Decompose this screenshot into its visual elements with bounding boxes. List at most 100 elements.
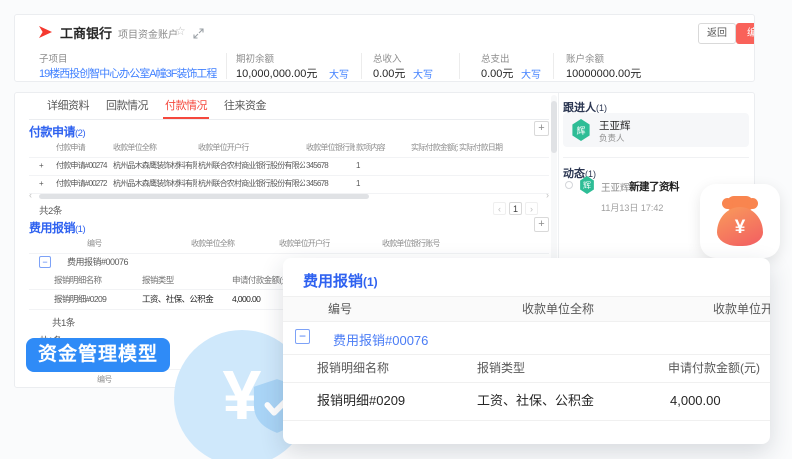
col-payee-bank: 收款单位开户行 (713, 297, 770, 321)
col-payee-bank: 收款单位开户行 (279, 235, 379, 253)
tab-details[interactable]: 详细资料 (45, 93, 91, 117)
divider (563, 157, 749, 158)
expense-table-header: 编号 收款单位全称 收款单位开户行 收款单位银行账号 (29, 235, 549, 254)
horizontal-scrollbar: ‹ › (29, 193, 549, 200)
fullscreen-icon[interactable] (193, 26, 204, 37)
payment-section-count: (2) (75, 128, 85, 139)
pagination-prev-icon[interactable]: ‹ (493, 202, 506, 215)
back-button[interactable]: 返回 (698, 23, 736, 44)
col-payee-bank: 收款单位开户行 (198, 139, 305, 157)
payment-total-count: 共2条 (39, 203, 62, 217)
avatar: 辉 (571, 119, 591, 141)
divider (459, 53, 460, 79)
payment-content: 1 (356, 157, 410, 175)
col-payment-content: 款项内容 (356, 139, 410, 157)
col-detail-name: 报销明细名称 (317, 354, 389, 382)
field-label-opening-balance: 期初余额 (236, 51, 274, 65)
col-payee-name: 收款单位全称 (113, 139, 197, 157)
payment-section-title-text: 付款申请 (29, 125, 75, 139)
payee-bank: 杭州联合农村商业银行股份有限公司半山支行 (198, 175, 305, 193)
expense-section-count: (1) (75, 224, 85, 235)
add-payment-button[interactable]: + (534, 121, 549, 136)
col-actual-amount: 实际付款金额(元) (411, 139, 458, 157)
expense-zoom-panel: 费用报销(1) 编号 收款单位全称 收款单位开户行 − 费用报销#00076 报… (283, 258, 770, 444)
follower-card[interactable]: 辉 王亚辉 负责人 (563, 113, 749, 147)
field-label-total-income: 总收入 (373, 51, 402, 65)
divider (553, 53, 554, 79)
col-payee-name: 收款单位全称 (191, 235, 275, 253)
payment-request-link[interactable]: 付款申请#00272 (56, 175, 112, 193)
total-income-words-link[interactable]: 大写 (413, 66, 433, 81)
overlay-title-text: 费用报销 (303, 273, 363, 290)
bag-body: ¥ (717, 207, 763, 246)
overlay-subtable-row: 报销明细#0209 工资、社保、公积金 4,000.00 (283, 382, 770, 421)
breadcrumb: 项目资金账户 (118, 26, 178, 41)
collapse-row-icon[interactable]: − (295, 329, 310, 344)
field-label-total-expense: 总支出 (481, 51, 510, 65)
edit-button[interactable]: 编辑 (736, 23, 755, 44)
money-bag-card[interactable]: ¥ (700, 184, 780, 258)
overlay-subtable-header: 报销明细名称 报销类型 申请付款金额(元) (283, 354, 770, 383)
account-balance-value: 10000000.00元 (566, 65, 641, 81)
expense-record-link[interactable]: 费用报销#00076 (333, 330, 428, 349)
money-bag-icon: ¥ (717, 196, 763, 246)
payee-bank: 杭州联合农村商业银行股份有限公司半山支行 (198, 157, 305, 175)
field-label-subproject: 子项目 (39, 51, 68, 65)
expense-detail-link[interactable]: 报销明细#0209 (317, 382, 405, 420)
divider (361, 53, 362, 79)
col-payee-account: 收款单位银行账号 (306, 139, 355, 157)
pagination-page-1[interactable]: 1 (509, 202, 522, 215)
col-detail-name: 报销明细名称 (54, 271, 138, 289)
overlay-count: (1) (363, 275, 378, 289)
pagination-next-icon[interactable]: › (525, 202, 538, 215)
header-card: 工商银行 项目资金账户 ☆ 返回 编辑 子项目 19楼西投创智中心办公室A幢3F… (14, 14, 755, 82)
expense-inner-total-count: 共1条 (52, 315, 75, 329)
opening-balance-value: 10,000,000.00元 (236, 65, 317, 81)
col-payee-name: 收款单位全称 (522, 297, 594, 321)
tab-receipts[interactable]: 回款情况 (104, 93, 150, 117)
opening-balance-words-link[interactable]: 大写 (329, 66, 349, 81)
expense-detail-link[interactable]: 报销明细#0209 (54, 289, 138, 307)
col-number: 编号 (87, 235, 187, 253)
activity-timestamp: 11月13日 17:42 (601, 201, 663, 214)
expand-row-icon[interactable]: + (39, 175, 53, 193)
payment-table-row: + 付款申请#00274 杭州品木森鹰装饰材料有限公司 杭州联合农村商业银行股份… (29, 157, 549, 176)
scroll-right-icon[interactable]: › (546, 190, 549, 200)
scrollbar-thumb[interactable] (39, 194, 369, 199)
scroll-left-icon[interactable]: ‹ (29, 190, 32, 200)
payment-content: 1 (356, 175, 410, 193)
timeline-dot-icon (565, 181, 573, 189)
overlay-table-header: 编号 收款单位全称 收款单位开户行 (283, 296, 770, 322)
field-label-account-balance: 账户余额 (566, 51, 604, 65)
tab-payments[interactable]: 付款情况 (163, 93, 209, 119)
tab-transactions[interactable]: 往来资金 (222, 93, 268, 117)
expense-type: 工资、社保、公积金 (477, 382, 594, 420)
model-badge: 资金管理模型 (26, 338, 170, 372)
activity-action: 新建了资料 (629, 179, 679, 194)
divider (226, 53, 227, 79)
app-page: 工商银行 项目资金账户 ☆ 返回 编辑 子项目 19楼西投创智中心办公室A幢3F… (0, 0, 792, 459)
col-number: 编号 (97, 370, 157, 388)
total-expense-value: 0.00元 (481, 65, 513, 81)
col-payee-account: 收款单位银行账号 (382, 235, 452, 253)
payment-request-link[interactable]: 付款申请#00274 (56, 157, 112, 175)
requested-amount: 4,000.00 (670, 382, 721, 420)
payment-table-row: + 付款申请#00272 杭州品木森鹰装饰材料有限公司 杭州联合农村商业银行股份… (29, 175, 549, 194)
favorite-star-icon[interactable]: ☆ (175, 24, 186, 38)
payee-name: 杭州品木森鹰装饰材料有限公司 (113, 175, 197, 193)
expense-record-link[interactable]: 费用报销#00076 (67, 253, 157, 271)
follower-name: 王亚辉 (599, 118, 631, 133)
expense-section-title: 费用报销(1) (29, 219, 85, 236)
col-number: 编号 (328, 297, 352, 321)
col-requested-amount: 申请付款金额(元) (668, 354, 760, 382)
expand-row-icon[interactable]: + (39, 157, 53, 175)
yuan-symbol: ¥ (735, 217, 746, 239)
activity-user: 王亚辉 (601, 180, 630, 194)
tab-bar: 详细资料 回款情况 付款情况 往来资金 (29, 93, 549, 120)
subproject-link[interactable]: 19楼西投创智中心办公室A幢3F装饰工程 (39, 65, 225, 81)
scrollbar-thumb[interactable] (551, 101, 557, 153)
total-expense-words-link[interactable]: 大写 (521, 66, 541, 81)
total-income-value: 0.00元 (373, 65, 405, 81)
add-expense-button[interactable]: + (534, 217, 549, 232)
collapse-row-icon[interactable]: − (39, 256, 51, 268)
